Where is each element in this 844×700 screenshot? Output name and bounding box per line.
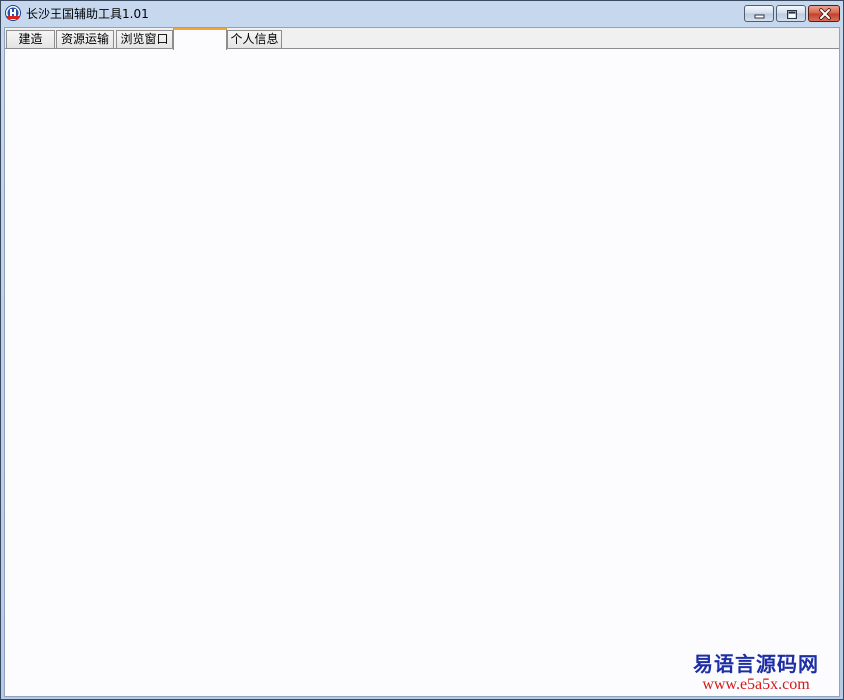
caption-buttons bbox=[742, 5, 840, 22]
minimize-icon bbox=[754, 14, 765, 19]
close-icon bbox=[819, 8, 831, 20]
tab-resource-transport[interactable]: 资源运输 bbox=[56, 30, 114, 49]
watermark: 易语言源码网 www.e5a5x.com bbox=[693, 652, 819, 694]
tab-strip: 建造 资源运输 浏览窗口 个人信息 bbox=[5, 28, 839, 50]
maximize-button[interactable] bbox=[776, 5, 806, 22]
tab-browser-window[interactable]: 浏览窗口 bbox=[116, 30, 173, 49]
app-logo-icon[interactable] bbox=[5, 5, 21, 21]
app-window: 长沙王国辅助工具1.01 建造 资源运输 浏览窗口 个人信息 易语言源码网 ww… bbox=[0, 0, 844, 700]
tab-panel: 易语言源码网 www.e5a5x.com bbox=[5, 48, 839, 696]
client-area: 建造 资源运输 浏览窗口 个人信息 易语言源码网 www.e5a5x.com bbox=[4, 27, 840, 697]
tab-unlabeled-selected[interactable] bbox=[173, 28, 227, 50]
watermark-name: 易语言源码网 bbox=[693, 652, 819, 676]
watermark-url: www.e5a5x.com bbox=[702, 676, 810, 693]
tab-build[interactable]: 建造 bbox=[6, 30, 55, 49]
window-title: 长沙王国辅助工具1.01 bbox=[26, 7, 149, 21]
close-button[interactable] bbox=[808, 5, 840, 22]
tab-personal-info[interactable]: 个人信息 bbox=[227, 30, 282, 49]
minimize-button[interactable] bbox=[744, 5, 774, 22]
title-bar[interactable]: 长沙王国辅助工具1.01 bbox=[1, 1, 843, 27]
maximize-icon bbox=[787, 10, 797, 19]
